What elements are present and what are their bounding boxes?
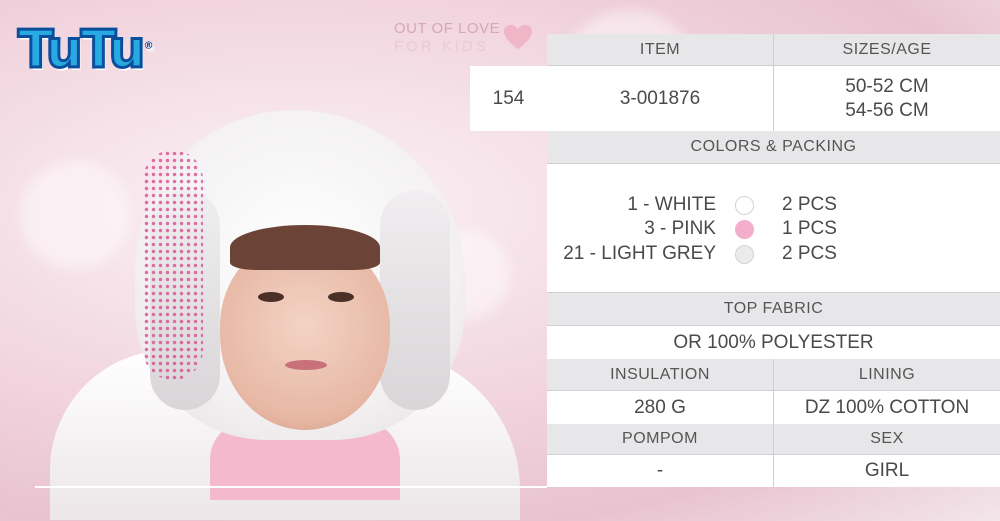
color-swatch-white	[735, 196, 754, 215]
color-packing: 2 PCS	[782, 243, 837, 264]
sex-value: GIRL	[774, 455, 1000, 487]
product-specs-table: ITEM SIZES/AGE 154 3-001876 50-52 CM 54-…	[470, 34, 1000, 487]
color-swatch-light-grey	[735, 245, 754, 264]
color-label: 1 - WHITE	[627, 194, 716, 215]
product-number: 154	[470, 66, 547, 131]
item-header: ITEM	[547, 34, 773, 66]
product-card: TuTu® OUT OF LOVE FOR KIDS ITEM SIZES/AG…	[0, 0, 1000, 521]
insulation-value: 280 G	[547, 391, 773, 424]
sizes-header: SIZES/AGE	[774, 34, 1000, 66]
lining-value: DZ 100% COTTON	[774, 391, 1000, 424]
size-1: 50-52 CM	[845, 75, 929, 97]
hair	[230, 225, 380, 270]
color-packing: 2 PCS	[782, 194, 837, 215]
brand-logo: TuTu®	[17, 19, 154, 82]
sex-header: SEX	[774, 424, 1000, 455]
insulation-header: INSULATION	[547, 359, 773, 391]
color-label: 21 - LIGHT GREY	[563, 243, 716, 264]
colors-packing-header: COLORS & PACKING	[547, 131, 1000, 164]
column-divider	[773, 359, 774, 487]
top-fabric-header: TOP FABRIC	[547, 292, 1000, 326]
color-row: 3 - PINK 1 PCS	[547, 218, 1000, 242]
color-packing: 1 PCS	[782, 218, 837, 239]
lining-header: LINING	[774, 359, 1000, 391]
color-label: 3 - PINK	[644, 218, 716, 239]
colors-packing-list: 1 - WHITE 2 PCS 3 - PINK 1 PCS 21 - LIGH…	[547, 164, 1000, 292]
color-row: 21 - LIGHT GREY 2 PCS	[547, 243, 1000, 267]
item-code: 3-001876	[547, 66, 773, 131]
pompom-value: -	[547, 455, 773, 487]
eye	[328, 292, 354, 302]
color-row: 1 - WHITE 2 PCS	[547, 194, 1000, 218]
color-swatch-pink	[735, 220, 754, 239]
top-fabric-value: OR 100% POLYESTER	[547, 326, 1000, 359]
eye	[258, 292, 284, 302]
pompom-header: POMPOM	[547, 424, 773, 455]
hat-ear-flap-right	[380, 190, 450, 410]
sizes-value: 50-52 CM 54-56 CM	[774, 66, 1000, 131]
column-divider	[773, 34, 774, 131]
mouth	[285, 360, 327, 370]
size-2: 54-56 CM	[845, 99, 929, 121]
rhinestone-decoration	[143, 150, 203, 380]
